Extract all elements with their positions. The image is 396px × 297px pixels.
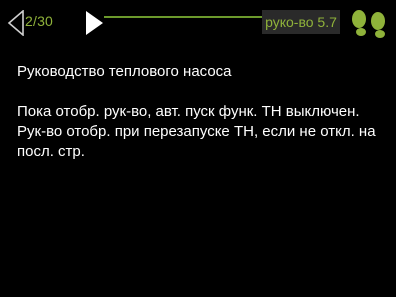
guide-content: Руководство теплового насоса Пока отобр.… — [17, 62, 387, 162]
page-counter: 2/30 — [25, 13, 54, 29]
section-badge: руко-во 5.7 — [262, 10, 340, 34]
forward-arrow-icon[interactable] — [84, 10, 104, 36]
guide-paragraph-2: Рук-во отобр. при перезапуске ТН, если н… — [17, 123, 376, 160]
display-screen: 2/30 руко-во 5.7 Руководство теплового н… — [0, 0, 396, 297]
footsteps-icon[interactable] — [348, 8, 392, 40]
back-arrow-icon[interactable] — [7, 10, 25, 36]
guide-title: Руководство теплового насоса — [17, 63, 232, 80]
header-bar: 2/30 руко-во 5.7 — [0, 0, 396, 42]
guide-paragraph-1: Пока отобр. рук-во, авт. пуск функ. ТН в… — [17, 103, 360, 120]
header-divider — [104, 16, 262, 18]
